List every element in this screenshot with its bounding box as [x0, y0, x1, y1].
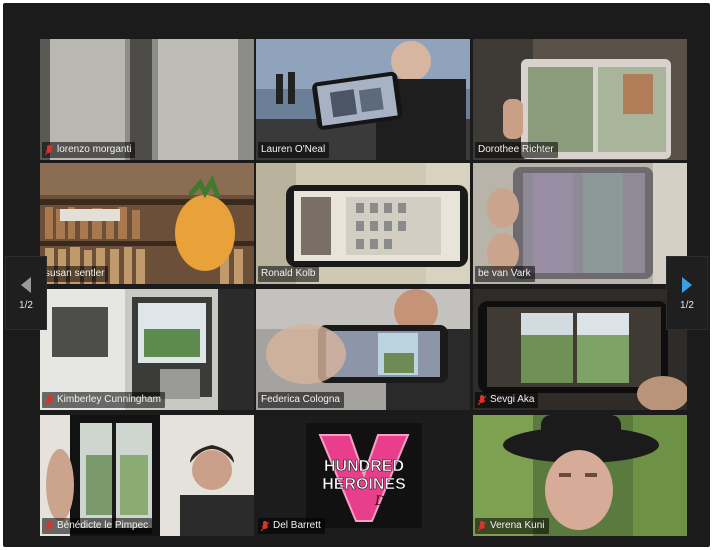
muted-mic-icon [45, 520, 53, 532]
participant-name-tag: Dorothee Richter [475, 142, 558, 158]
participant-name-tag: Lauren O'Neal [258, 142, 330, 158]
previous-page-button[interactable]: 1/2 [5, 256, 47, 330]
muted-mic-icon [478, 394, 486, 406]
muted-mic-icon [45, 144, 53, 156]
video-tile-sevgi[interactable]: Sevgi Aka [473, 289, 687, 410]
video-tile-dorothee[interactable]: Dorothee Richter [473, 39, 687, 160]
svg-text:HUNDRED: HUNDRED [324, 458, 404, 475]
video-tile-verena[interactable]: Verena Kuni [473, 415, 687, 536]
chevron-right-icon [682, 276, 692, 293]
participant-name-tag: susan sentler [42, 266, 109, 282]
page-indicator: 1/2 [19, 299, 33, 311]
svg-text:Del: Del [374, 494, 397, 509]
video-tile-ronald-active-speaker[interactable]: Ronald Kolb [256, 163, 470, 284]
participant-name-tag: Kimberley Cunningham [42, 392, 165, 408]
participant-name-tag: Federica Cologna [258, 392, 344, 408]
video-tile-lorenzo[interactable]: lorenzo morganti [40, 39, 254, 160]
participant-name-tag: Verena Kuni [475, 518, 549, 534]
participant-name-tag: lorenzo morganti [42, 142, 136, 158]
participant-name-tag: Sevgi Aka [475, 392, 539, 408]
participant-name-tag: Bénédicte le Pimpec [42, 518, 153, 534]
video-tile-susan[interactable]: susan sentler [40, 163, 254, 284]
next-page-button[interactable]: 1/2 [666, 256, 708, 330]
video-tile-be[interactable]: be van Vark [473, 163, 687, 284]
muted-mic-icon [261, 520, 269, 532]
participant-name-tag: Del Barrett [258, 518, 325, 534]
video-tile-lauren[interactable]: Lauren O'Neal [256, 39, 470, 160]
video-tile-benedicte[interactable]: Bénédicte le Pimpec [40, 415, 254, 536]
hundred-heroines-logo: HUNDRED HEROINES Del [306, 423, 422, 528]
svg-text:HEROINES: HEROINES [322, 476, 406, 493]
video-tile-federica[interactable]: Federica Cologna [256, 289, 470, 410]
page-indicator: 1/2 [680, 299, 694, 311]
chevron-left-icon [21, 276, 31, 293]
zoom-gallery-view: lorenzo morganti Lauren O'Neal Dorothee … [3, 3, 710, 547]
participant-name-tag: Ronald Kolb [258, 266, 320, 282]
muted-mic-icon [45, 394, 53, 406]
video-tile-del[interactable]: HUNDRED HEROINES Del Del Barrett [256, 415, 470, 536]
muted-mic-icon [478, 520, 486, 532]
participant-name-tag: be van Vark [475, 266, 535, 282]
video-tile-kimberley[interactable]: Kimberley Cunningham [40, 289, 254, 410]
